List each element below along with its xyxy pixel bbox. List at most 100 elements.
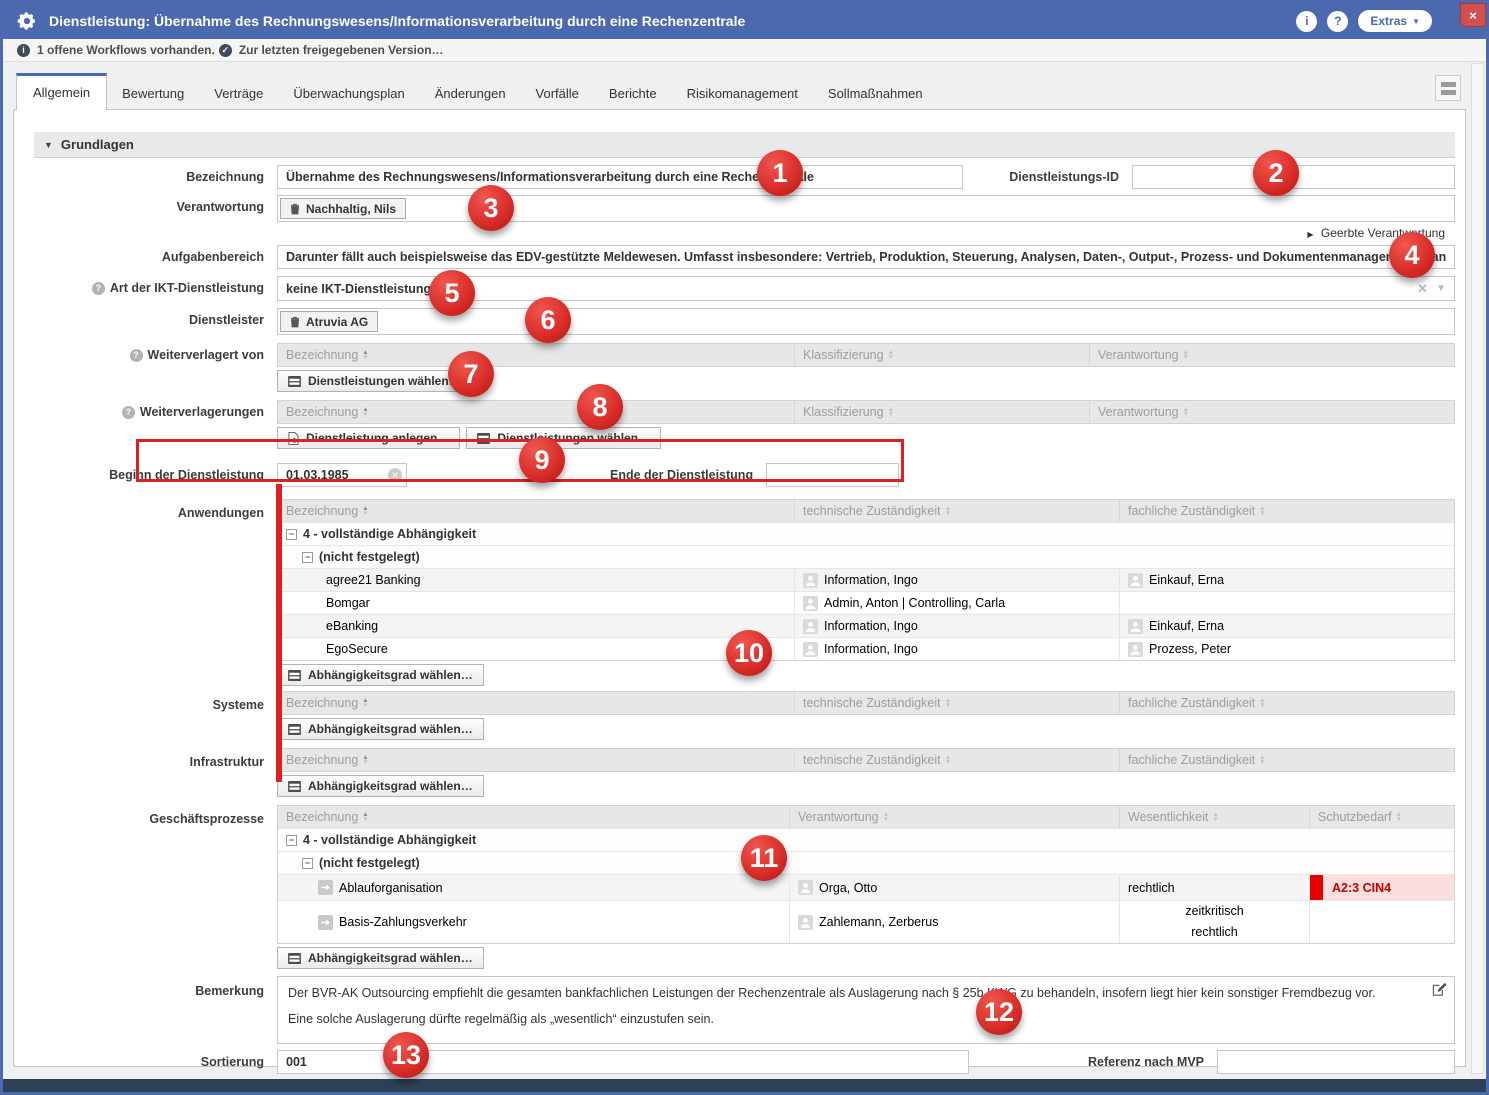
infrastruktur-table: Bezeichnung▲▼ technische Zuständigkeit▲▼… <box>277 748 1455 772</box>
column-header-bezeichnung[interactable]: Bezeichnung▲▼ <box>278 401 795 423</box>
ende-label: Ende der Dienstleistung <box>610 463 766 487</box>
abhaengigkeitsgrad-waehlen-button[interactable]: Abhängigkeitsgrad wählen… <box>277 775 484 797</box>
bezeichnung-input[interactable] <box>277 165 963 189</box>
column-header-verantwortung[interactable]: Verantwortung▲▼ <box>1090 401 1454 423</box>
ende-input[interactable] <box>766 463 899 487</box>
help-icon[interactable]: ? <box>92 282 105 295</box>
collapse-icon[interactable]: − <box>286 529 297 540</box>
help-icon[interactable]: ? <box>130 349 143 362</box>
annotation-badge-9: 9 <box>519 437 565 483</box>
verantwortung-chip[interactable]: Nachhaltig, Nils <box>280 198 406 219</box>
column-header-fachliche-zustaendigkeit[interactable]: fachliche Zuständigkeit▲▼ <box>1120 749 1454 771</box>
annotation-badge-11: 11 <box>741 835 787 881</box>
table-row[interactable]: eBanking Information, Ingo Einkauf, Erna <box>278 614 1454 637</box>
abhaengigkeitsgrad-waehlen-button[interactable]: Abhängigkeitsgrad wählen… <box>277 664 484 686</box>
tab-vertraege[interactable]: Verträge <box>199 86 278 110</box>
column-header-bezeichnung[interactable]: Bezeichnung▲▼ <box>278 692 795 714</box>
column-header-bezeichnung[interactable]: Bezeichnung▲▼ <box>278 344 795 366</box>
aufgabenbereich-input[interactable] <box>277 245 1455 269</box>
clear-date-icon[interactable]: ✕ <box>388 468 402 482</box>
column-header-bezeichnung[interactable]: Bezeichnung▲▼ <box>278 500 795 522</box>
tab-sollmassnahmen[interactable]: Sollmaßnahmen <box>813 86 938 110</box>
referenz-mvp-input[interactable] <box>1217 1050 1455 1074</box>
dienstleister-label: Dienstleister <box>14 308 277 332</box>
person-icon <box>803 596 818 611</box>
collapse-icon[interactable]: − <box>286 835 297 846</box>
title-bar: Dienstleistung: Übernahme des Rechnungsw… <box>3 3 1486 39</box>
triangle-right-icon: ▶ <box>1307 230 1313 239</box>
dienstleistung-anlegen-button[interactable]: Dienstleistung anlegen… <box>277 427 460 449</box>
geerbte-verantwortung-link[interactable]: ▶ Geerbte Verantwortung <box>277 226 1445 240</box>
person-icon <box>803 642 818 657</box>
group-row-nicht-festgelegt[interactable]: −(nicht festgelegt) <box>278 545 1454 568</box>
triangle-down-icon: ▼ <box>44 140 53 150</box>
column-header-klassifizierung[interactable]: Klassifizierung▲▼ <box>795 401 1090 423</box>
table-row[interactable]: Bomgar Admin, Anton | Controlling, Carla <box>278 591 1454 614</box>
column-header-fachliche-zustaendigkeit[interactable]: fachliche Zuständigkeit▲▼ <box>1120 500 1454 522</box>
geschaeftsprozesse-label: Geschäftsprozesse <box>14 805 277 831</box>
layout-toggle-button[interactable] <box>1435 75 1461 101</box>
tab-ueberwachungsplan[interactable]: Überwachungsplan <box>278 86 419 110</box>
column-header-bezeichnung[interactable]: Bezeichnung▲▼ <box>278 806 790 828</box>
abhaengigkeitsgrad-waehlen-button[interactable]: Abhängigkeitsgrad wählen… <box>277 718 484 740</box>
weiterverlagerungen-label: ? Weiterverlagerungen <box>14 400 277 424</box>
help-button[interactable]: ? <box>1327 11 1348 32</box>
bemerkung-label: Bemerkung <box>14 976 277 1003</box>
page-title: Dienstleistung: Übernahme des Rechnungsw… <box>49 13 745 29</box>
tab-vorfaelle[interactable]: Vorfälle <box>521 86 594 110</box>
tab-berichte[interactable]: Berichte <box>594 86 672 110</box>
dienstleistungen-waehlen-button[interactable]: Dienstleistungen wählen… <box>277 370 472 392</box>
close-button[interactable]: × <box>1460 3 1486 27</box>
edit-icon[interactable] <box>1432 982 1447 997</box>
abhaengigkeitsgrad-waehlen-button[interactable]: Abhängigkeitsgrad wählen… <box>277 947 484 969</box>
table-icon <box>477 433 490 444</box>
scrollbar[interactable] <box>1471 63 1484 1074</box>
tab-risikomanagement[interactable]: Risikomanagement <box>672 86 813 110</box>
verantwortung-field[interactable]: Nachhaltig, Nils <box>277 195 1455 222</box>
column-header-verantwortung[interactable]: Verantwortung▲▼ <box>1090 344 1454 366</box>
process-arrow-icon <box>318 880 333 895</box>
extras-button[interactable]: Extras ▼ <box>1358 10 1432 32</box>
aufgabenbereich-label: Aufgabenbereich <box>14 245 277 269</box>
dienstleister-chip[interactable]: Atruvia AG <box>280 311 378 332</box>
column-header-schutzbedarf[interactable]: Schutzbedarf▲▼ <box>1310 806 1454 828</box>
tab-bewertung[interactable]: Bewertung <box>107 86 199 110</box>
table-row[interactable]: agree21 Banking Information, Ingo Einkau… <box>278 568 1454 591</box>
tab-allgemein[interactable]: Allgemein <box>16 73 107 110</box>
column-header-bezeichnung[interactable]: Bezeichnung▲▼ <box>278 749 795 771</box>
column-header-klassifizierung[interactable]: Klassifizierung▲▼ <box>795 344 1090 366</box>
trash-icon[interactable] <box>290 316 300 328</box>
sortierung-input[interactable] <box>277 1050 969 1074</box>
chevron-down-icon[interactable]: ▼ <box>1436 283 1446 294</box>
info-circle-icon: i <box>17 44 30 57</box>
tab-aenderungen[interactable]: Änderungen <box>420 86 521 110</box>
version-link[interactable]: Zur letzten freigegebenen Version… <box>239 43 444 57</box>
table-row[interactable]: Ablauforganisation Orga, Otto rechtlich … <box>278 874 1454 900</box>
anwendungen-table: Bezeichnung▲▼ technische Zuständigkeit▲▼… <box>277 499 1455 661</box>
person-icon <box>803 573 818 588</box>
main-panel: ▼ Grundlagen Bezeichnung Dienstleistungs… <box>13 109 1466 1067</box>
table-icon <box>288 724 301 735</box>
section-grundlagen[interactable]: ▼ Grundlagen <box>34 132 1455 158</box>
group-row-abhaengigkeit[interactable]: −4 - vollständige Abhängigkeit <box>278 828 1454 851</box>
column-header-technische-zustaendigkeit[interactable]: technische Zuständigkeit▲▼ <box>795 500 1120 522</box>
verantwortung-label: Verantwortung <box>14 195 277 219</box>
collapse-icon[interactable]: − <box>302 552 313 563</box>
table-row[interactable]: EgoSecure Information, Ingo Prozess, Pet… <box>278 637 1454 660</box>
info-button[interactable]: i <box>1296 11 1317 32</box>
group-row-abhaengigkeit[interactable]: −4 - vollständige Abhängigkeit <box>278 522 1454 545</box>
trash-icon[interactable] <box>290 203 300 215</box>
column-header-verantwortung[interactable]: Verantwortung▲▼ <box>790 806 1120 828</box>
group-row-nicht-festgelegt[interactable]: −(nicht festgelegt) <box>278 851 1454 874</box>
clear-icon[interactable]: ✕ <box>1417 281 1428 297</box>
bemerkung-field[interactable]: Der BVR-AK Outsourcing empfiehlt die ges… <box>277 976 1455 1044</box>
column-header-wesentlichkeit[interactable]: Wesentlichkeit▲▼ <box>1120 806 1310 828</box>
help-icon[interactable]: ? <box>122 406 135 419</box>
column-header-technische-zustaendigkeit[interactable]: technische Zuständigkeit▲▼ <box>795 692 1120 714</box>
column-header-fachliche-zustaendigkeit[interactable]: fachliche Zuständigkeit▲▼ <box>1120 692 1454 714</box>
table-row[interactable]: Basis-Zahlungsverkehr Zahlemann, Zerberu… <box>278 900 1454 943</box>
schutzbedarf-badge: A2:3 CIN4 <box>1310 875 1454 900</box>
column-header-technische-zustaendigkeit[interactable]: technische Zuständigkeit▲▼ <box>795 749 1120 771</box>
collapse-icon[interactable]: − <box>302 858 313 869</box>
dienstleistungen-waehlen-button[interactable]: Dienstleistungen wählen… <box>466 427 661 449</box>
